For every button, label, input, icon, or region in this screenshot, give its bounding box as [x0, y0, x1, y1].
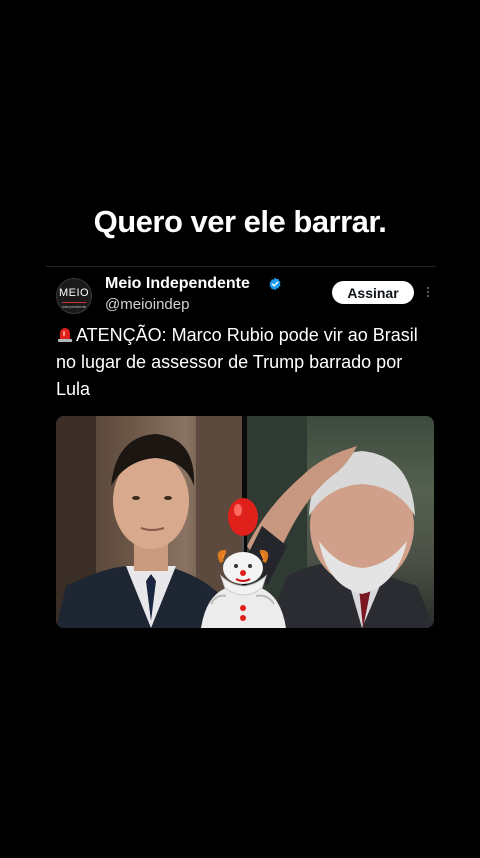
author-handle[interactable]: @meioindep [105, 296, 189, 313]
avatar-logo-text: MEIO [58, 287, 90, 299]
tweet-card[interactable]: MEIO independente Meio Independente @mei… [46, 266, 436, 636]
tweet-text-content: ATENÇÃO: Marco Rubio pode vir ao Brasil … [56, 325, 418, 399]
verified-badge-icon [268, 277, 282, 291]
video-caption: Quero ver ele barrar. [93, 204, 387, 239]
avatar-sub-text: independente [61, 304, 87, 309]
avatar-logo-line [62, 302, 86, 303]
tweet-text: ATENÇÃO: Marco Rubio pode vir ao Brasil … [56, 322, 426, 403]
clown-with-red-balloon-sticker [196, 496, 291, 628]
author-name[interactable]: Meio Independente [105, 275, 250, 293]
more-options-icon[interactable] [424, 283, 432, 301]
avatar[interactable]: MEIO independente [56, 278, 92, 314]
follow-button[interactable]: Assinar [332, 281, 414, 304]
tweet-media[interactable] [56, 416, 434, 628]
rotating-light-icon [56, 325, 74, 343]
card-divider [46, 266, 436, 267]
